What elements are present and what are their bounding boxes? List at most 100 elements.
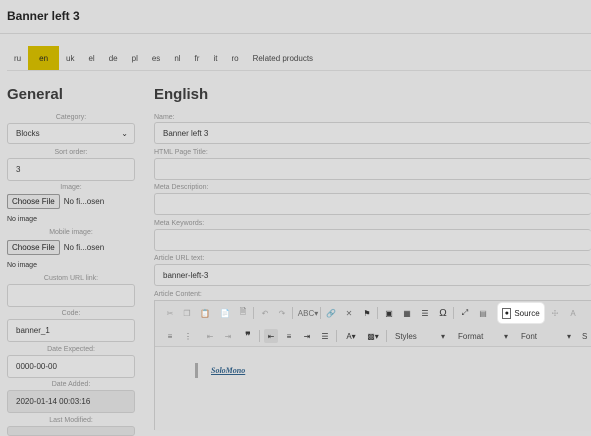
code-label: Code: xyxy=(61,310,81,317)
mobile-image-file-status: No fi...osen xyxy=(63,243,105,252)
image-icon[interactable]: ▣ xyxy=(382,306,396,320)
table-icon[interactable]: ▦ xyxy=(400,306,414,320)
tab-lang-ro[interactable]: ro xyxy=(224,46,245,70)
font-dropdown[interactable]: Font ▾ xyxy=(517,329,575,343)
image-choose-file-button[interactable]: Choose File xyxy=(7,194,60,209)
meta-description-input[interactable] xyxy=(154,193,591,215)
font-size-icon[interactable]: A xyxy=(566,306,580,320)
tab-lang-en[interactable]: en xyxy=(28,46,60,70)
header-divider xyxy=(0,33,591,34)
mobile-image-choose-file-button[interactable]: Choose File xyxy=(7,240,60,255)
image-file-status: No fi...osen xyxy=(63,197,105,206)
date-added-value: 2020-01-14 00:03:16 xyxy=(16,397,91,406)
article-url-value: banner-left-3 xyxy=(163,270,209,280)
article-url-label: Article URL text: xyxy=(154,255,205,262)
page-title: Banner left 3 xyxy=(7,9,80,23)
paste-text-icon[interactable]: 📄 xyxy=(218,306,232,320)
mobile-image-file-input: Choose File No fi...osen xyxy=(7,240,104,255)
article-url-input[interactable]: banner-left-3 xyxy=(154,264,591,286)
toolbar-separator xyxy=(386,330,387,342)
tab-lang-pl[interactable]: pl xyxy=(125,46,145,70)
tab-lang-it[interactable]: it xyxy=(206,46,224,70)
maximize-icon[interactable]: ⤢ xyxy=(458,306,472,320)
article-content-label: Article Content: xyxy=(154,291,202,298)
sort-order-input[interactable]: 3 xyxy=(7,158,135,181)
html-title-input[interactable] xyxy=(154,158,591,180)
name-input[interactable]: Banner left 3 xyxy=(154,122,591,144)
spellcheck-icon[interactable]: ABC▾ xyxy=(298,306,318,320)
image-no-image-text: No image xyxy=(7,216,37,223)
tab-lang-fr[interactable]: fr xyxy=(188,46,207,70)
tab-lang-ru[interactable]: ru xyxy=(7,46,28,70)
toolbar-separator xyxy=(320,307,321,319)
last-modified-label: Last Modified: xyxy=(49,417,93,424)
unlink-icon[interactable]: ✕ xyxy=(342,306,356,320)
date-expected-input[interactable]: 0000-00-00 xyxy=(7,355,135,378)
meta-keywords-input[interactable] xyxy=(154,229,591,251)
show-blocks-icon[interactable]: ▤ xyxy=(476,306,490,320)
toolbar-separator xyxy=(377,307,378,319)
sort-order-value: 3 xyxy=(16,165,21,174)
custom-url-input[interactable] xyxy=(7,284,135,307)
editor-content-area[interactable] xyxy=(155,346,591,431)
blockquote-icon[interactable]: ❞ xyxy=(241,329,255,343)
tab-lang-uk[interactable]: uk xyxy=(59,46,81,70)
tab-lang-de[interactable]: de xyxy=(102,46,125,70)
redo-icon[interactable]: ↷ xyxy=(275,306,289,320)
chevron-down-icon: ▾ xyxy=(503,331,508,341)
background-color-icon[interactable]: ▩▾ xyxy=(364,329,382,343)
toolbar-separator xyxy=(453,307,454,319)
html-title-label: HTML Page Title: xyxy=(154,149,208,156)
align-left-icon[interactable]: ⇤ xyxy=(264,329,278,343)
category-select[interactable]: Blocks ⌄ xyxy=(7,123,135,144)
meta-keywords-label: Meta Keywords: xyxy=(154,220,205,227)
source-icon: ● xyxy=(502,307,512,319)
chevron-down-icon: ⌄ xyxy=(121,129,128,138)
tab-related-products[interactable]: Related products xyxy=(246,46,320,70)
special-char-icon[interactable]: Ω xyxy=(436,306,450,320)
tab-lang-el[interactable]: el xyxy=(81,46,101,70)
code-input[interactable]: banner_1 xyxy=(7,319,135,342)
source-button-label: Source xyxy=(514,308,540,318)
language-tabs: ru en uk el de pl es nl fr it ro Related… xyxy=(7,46,320,70)
source-button[interactable]: ● Source xyxy=(498,303,544,323)
general-heading: General xyxy=(7,86,63,103)
paste-word-icon[interactable]: 🗎 xyxy=(236,306,250,320)
toolbar-separator xyxy=(259,330,260,342)
outdent-icon[interactable]: ⇤ xyxy=(203,329,217,343)
text-color-icon[interactable]: A▾ xyxy=(342,329,360,343)
code-value: banner_1 xyxy=(16,326,50,335)
link-icon[interactable]: 🔗 xyxy=(324,306,338,320)
date-added-input: 2020-01-14 00:03:16 xyxy=(7,390,135,413)
cut-icon[interactable]: ✂ xyxy=(163,306,177,320)
format-dropdown[interactable]: Format ▾ xyxy=(454,329,512,343)
toolbar-separator xyxy=(253,307,254,319)
format-label: Format xyxy=(458,331,484,341)
chevron-down-icon: ▾ xyxy=(566,331,571,341)
align-center-icon[interactable]: ≡ xyxy=(282,329,296,343)
blockquote-bar xyxy=(195,363,198,378)
mobile-image-no-image-text: No image xyxy=(7,262,37,269)
date-expected-value: 0000-00-00 xyxy=(16,362,57,371)
indent-icon[interactable]: ⇥ xyxy=(221,329,235,343)
image-label: Image: xyxy=(60,184,82,191)
category-label: Category: xyxy=(55,114,87,121)
size-dropdown[interactable]: S xyxy=(580,329,591,343)
undo-icon[interactable]: ↶ xyxy=(258,306,272,320)
numbered-list-icon[interactable]: ≡ xyxy=(163,329,177,343)
styles-label: Styles xyxy=(395,331,417,341)
content-link[interactable]: SoloMono xyxy=(211,366,245,375)
align-right-icon[interactable]: ⇥ xyxy=(300,329,314,343)
horizontal-rule-icon[interactable]: ☰ xyxy=(418,306,432,320)
toolbar-separator xyxy=(292,307,293,319)
anchor-flag-icon[interactable]: ⚑ xyxy=(360,306,374,320)
copy-icon[interactable]: ❐ xyxy=(180,306,194,320)
paste-icon[interactable]: 📋 xyxy=(198,306,212,320)
font-label: Font xyxy=(521,331,538,341)
align-justify-icon[interactable]: ☰ xyxy=(318,329,332,343)
find-icon[interactable]: ☩ xyxy=(548,306,562,320)
tab-lang-es[interactable]: es xyxy=(145,46,167,70)
tab-lang-nl[interactable]: nl xyxy=(167,46,187,70)
bulleted-list-icon[interactable]: ⋮ xyxy=(181,329,195,343)
styles-dropdown[interactable]: Styles ▾ xyxy=(391,329,449,343)
